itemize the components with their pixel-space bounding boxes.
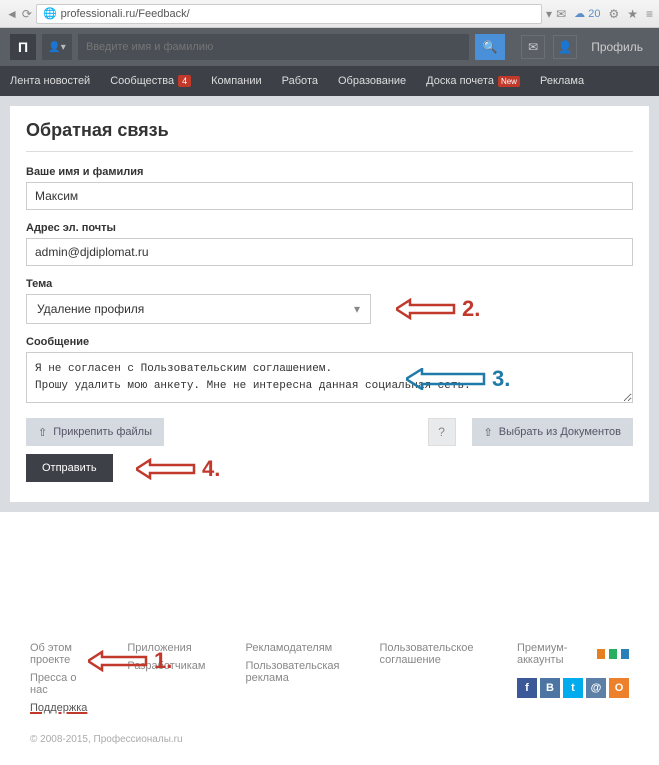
browser-bar: ◄ ⟳ 🌐 professionali.ru/Feedback/ ▾ ✉ ☁ 2…: [0, 0, 659, 28]
nav-back-icon[interactable]: ◄: [6, 7, 18, 21]
nav-jobs[interactable]: Работа: [282, 75, 318, 87]
nav-education[interactable]: Образование: [338, 75, 406, 87]
honor-badge: New: [498, 76, 520, 87]
puzzle-icon[interactable]: ⚙: [608, 7, 619, 21]
navbar: Лента новостей Сообщества 4 Компании Раб…: [0, 66, 659, 96]
email-input[interactable]: [26, 238, 633, 266]
annotation-2: 2.: [396, 296, 480, 322]
nav-reload-icon[interactable]: ⟳: [22, 7, 32, 21]
topic-select[interactable]: Удаление профиля ▾: [26, 294, 371, 324]
footer-press[interactable]: Пресса о нас: [30, 672, 87, 696]
footer-apps[interactable]: Приложения: [127, 642, 205, 654]
search-icon: 🔍: [483, 40, 498, 54]
help-button[interactable]: ?: [428, 418, 456, 446]
annotation-4: 4.: [136, 456, 220, 482]
upload-icon: ⇧: [38, 426, 47, 439]
footer-devs[interactable]: Разработчикам: [127, 660, 205, 672]
nav-ads[interactable]: Реклама: [540, 75, 584, 87]
footer-support[interactable]: Поддержка: [30, 702, 87, 714]
globe-icon: 🌐: [43, 7, 57, 20]
upload-icon: ⇧: [484, 426, 493, 439]
dropdown-icon[interactable]: ▾: [546, 7, 552, 21]
nav-honor[interactable]: Доска почета New: [426, 75, 520, 87]
message-textarea[interactable]: [26, 352, 633, 403]
mail-icon[interactable]: @: [586, 678, 606, 698]
cloud-icon[interactable]: ☁ 20: [574, 7, 600, 20]
topic-value: Удаление профиля: [37, 302, 144, 316]
twitter-icon[interactable]: t: [563, 678, 583, 698]
url-box[interactable]: 🌐 professionali.ru/Feedback/: [36, 4, 542, 24]
copyright: © 2008-2015, Профессионалы.ru: [0, 734, 659, 765]
profile-link[interactable]: Профиль: [585, 40, 649, 54]
docs-button[interactable]: ⇧ Выбрать из Документов: [472, 418, 633, 446]
url-text: professionali.ru/Feedback/: [61, 8, 190, 20]
search-button[interactable]: 🔍: [475, 34, 505, 60]
topic-label: Тема: [26, 278, 633, 290]
communities-badge: 4: [178, 75, 191, 87]
page-title: Обратная связь: [26, 120, 633, 152]
nav-communities[interactable]: Сообщества 4: [110, 75, 191, 87]
footer-about[interactable]: Об этом проекте: [30, 642, 87, 666]
submit-button[interactable]: Отправить: [26, 454, 113, 482]
star-icon[interactable]: ★: [627, 7, 638, 21]
menu-icon[interactable]: ≡: [646, 7, 653, 21]
nav-companies[interactable]: Компании: [211, 75, 262, 87]
footer-terms[interactable]: Пользовательское соглашение: [379, 642, 477, 666]
footer: Об этом проекте Пресса о нас Поддержка П…: [0, 622, 659, 734]
feedback-card: Обратная связь Ваше имя и фамилия Адрес …: [10, 106, 649, 502]
site-logo[interactable]: П: [10, 34, 36, 60]
footer-advertisers[interactable]: Рекламодателям: [245, 642, 339, 654]
account-icon[interactable]: 👤: [553, 35, 577, 59]
social-row: f B t @ О: [517, 678, 629, 698]
premium-label: Премиум-аккаунты: [517, 642, 629, 666]
vk-icon[interactable]: B: [540, 678, 560, 698]
footer-userads[interactable]: Пользовательская реклама: [245, 660, 339, 684]
nav-news[interactable]: Лента новостей: [10, 75, 90, 87]
message-label: Сообщение: [26, 336, 633, 348]
facebook-icon[interactable]: f: [517, 678, 537, 698]
content-wrap: Обратная связь Ваше имя и фамилия Адрес …: [0, 96, 659, 512]
name-input[interactable]: [26, 182, 633, 210]
user-menu-button[interactable]: 👤▾: [42, 34, 72, 60]
attach-button[interactable]: ⇧ Прикрепить файлы: [26, 418, 164, 446]
topbar: П 👤▾ 🔍 ✉ 👤 Профиль: [0, 28, 659, 66]
ok-icon[interactable]: О: [609, 678, 629, 698]
mail-icon[interactable]: ✉: [556, 7, 566, 21]
messages-icon[interactable]: ✉: [521, 35, 545, 59]
name-label: Ваше имя и фамилия: [26, 166, 633, 178]
email-label: Адрес эл. почты: [26, 222, 633, 234]
chevron-down-icon: ▾: [354, 302, 360, 316]
search-input[interactable]: [78, 34, 469, 60]
